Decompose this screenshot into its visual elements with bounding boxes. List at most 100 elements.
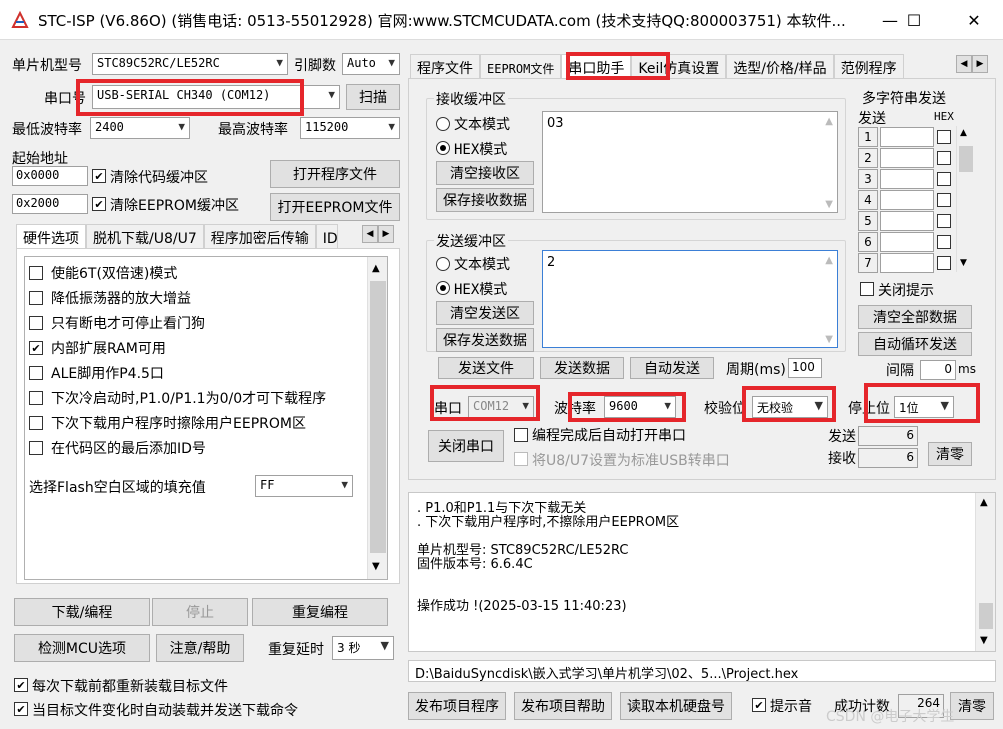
tab-encrypt[interactable]: 程序加密后传输 xyxy=(203,224,316,248)
detect-mcu-button[interactable]: 检测MCU选项 xyxy=(14,634,150,662)
close-button[interactable]: ✕ xyxy=(950,0,998,40)
port-select[interactable]: USB-SERIAL CH340 (COM12) ▼ xyxy=(92,85,340,109)
publish-program-button[interactable]: 发布项目程序 xyxy=(408,692,506,720)
chevron-up-icon[interactable]: ▲ xyxy=(980,497,988,508)
multi-send-button[interactable]: 3 xyxy=(858,169,878,189)
multi-hex-checkbox[interactable] xyxy=(937,193,951,207)
scroll-thumb[interactable] xyxy=(979,603,993,629)
option-checkbox[interactable] xyxy=(29,416,43,430)
option-checkbox[interactable] xyxy=(29,316,43,330)
addr1-input[interactable]: 0x0000 xyxy=(12,166,88,186)
recv-hex-radio[interactable] xyxy=(436,141,450,155)
auto-open-checkbox[interactable] xyxy=(514,428,528,442)
u8-checkbox[interactable] xyxy=(514,452,528,466)
tab-id[interactable]: ID号 xyxy=(315,224,338,248)
options-scrollbar[interactable]: ▲ ▼ xyxy=(367,257,387,579)
tab-serial-assistant[interactable]: 串口助手 xyxy=(561,54,632,78)
send-data-button[interactable]: 发送数据 xyxy=(540,357,624,379)
min-baud-select[interactable]: 2400 ▼ xyxy=(90,117,190,139)
clear-success-button[interactable]: 清零 xyxy=(950,692,994,720)
serial-port-select[interactable]: COM12 ▼ xyxy=(468,396,534,418)
chevron-up-icon[interactable]: ▲ xyxy=(825,255,833,266)
multi-string-input[interactable] xyxy=(880,169,934,189)
auto-send-button[interactable]: 自动发送 xyxy=(630,357,714,379)
open-eeprom-button[interactable]: 打开EEPROM文件 xyxy=(270,193,400,221)
max-baud-select[interactable]: 115200 ▼ xyxy=(300,117,400,139)
stop-button[interactable]: 停止 xyxy=(152,598,248,626)
stop-bits-select[interactable]: 1位 ▼ xyxy=(894,396,954,418)
chevron-right-icon[interactable]: ▶ xyxy=(972,55,988,73)
reload-checkbox[interactable]: ✔ xyxy=(14,678,28,692)
scan-button[interactable]: 扫描 xyxy=(346,84,400,110)
save-recv-button[interactable]: 保存接收数据 xyxy=(436,188,534,212)
fill-select[interactable]: FF ▼ xyxy=(255,475,353,497)
send-file-button[interactable]: 发送文件 xyxy=(438,357,534,379)
period-input[interactable]: 100 xyxy=(788,358,822,378)
auto-loop-button[interactable]: 自动循环发送 xyxy=(858,332,972,356)
publish-help-button[interactable]: 发布项目帮助 xyxy=(514,692,612,720)
tab-program-file[interactable]: 程序文件 xyxy=(410,54,480,78)
pins-select[interactable]: Auto ▼ xyxy=(342,53,400,75)
read-disk-button[interactable]: 读取本机硬盘号 xyxy=(620,692,732,720)
close-port-button[interactable]: 关闭串口 xyxy=(428,430,504,462)
clear-recv-button[interactable]: 清空接收区 xyxy=(436,161,534,185)
tab-selection[interactable]: 选型/价格/样品 xyxy=(726,54,834,78)
log-scrollbar[interactable]: ▲ ▼ xyxy=(975,493,995,651)
send-textarea[interactable]: 2 ▲ ▼ xyxy=(542,250,838,348)
option-checkbox[interactable] xyxy=(29,266,43,280)
multi-hex-checkbox[interactable] xyxy=(937,151,951,165)
multi-send-button[interactable]: 4 xyxy=(858,190,878,210)
delay-select[interactable]: 3 秒 ▼ xyxy=(332,636,394,660)
scroll-thumb[interactable] xyxy=(370,281,386,553)
send-hex-radio[interactable] xyxy=(436,281,450,295)
multi-string-input[interactable] xyxy=(880,127,934,147)
multi-scrollbar[interactable]: ▲ ▼ xyxy=(956,126,974,272)
parity-select[interactable]: 无校验 ▼ xyxy=(752,396,828,418)
chevron-up-icon[interactable]: ▲ xyxy=(372,263,380,274)
multi-hex-checkbox[interactable] xyxy=(937,214,951,228)
chevron-down-icon[interactable]: ▼ xyxy=(960,258,967,268)
multi-send-button[interactable]: 7 xyxy=(858,253,878,273)
chevron-up-icon[interactable]: ▲ xyxy=(825,116,833,127)
tab-offline[interactable]: 脱机下载/U8/U7 xyxy=(86,224,204,248)
baud-select[interactable]: 9600 ▼ xyxy=(604,396,676,418)
help-button[interactable]: 注意/帮助 xyxy=(156,634,244,662)
addr2-input[interactable]: 0x2000 xyxy=(12,194,88,214)
chevron-down-icon[interactable]: ▼ xyxy=(825,334,833,345)
option-checkbox[interactable] xyxy=(29,391,43,405)
clear-all-button[interactable]: 清空全部数据 xyxy=(858,305,972,329)
multi-string-input[interactable] xyxy=(880,148,934,168)
save-send-button[interactable]: 保存发送数据 xyxy=(436,328,534,352)
mcu-type-select[interactable]: STC89C52RC/LE52RC ▼ xyxy=(92,53,288,75)
option-checkbox[interactable]: ✔ xyxy=(29,341,43,355)
maximize-button[interactable]: ☐ xyxy=(890,0,938,40)
chevron-down-icon[interactable]: ▼ xyxy=(980,635,988,646)
multi-hex-checkbox[interactable] xyxy=(937,256,951,270)
multi-send-button[interactable]: 5 xyxy=(858,211,878,231)
multi-string-input[interactable] xyxy=(880,253,934,273)
multi-hex-checkbox[interactable] xyxy=(937,235,951,249)
recv-textarea[interactable]: 03 ▲ ▼ xyxy=(542,111,838,213)
option-checkbox[interactable] xyxy=(29,441,43,455)
clear-code-checkbox[interactable]: ✔ xyxy=(92,169,106,183)
clear-eeprom-checkbox[interactable]: ✔ xyxy=(92,197,106,211)
sound-checkbox[interactable]: ✔ xyxy=(752,698,766,712)
reprogram-button[interactable]: 重复编程 xyxy=(252,598,388,626)
tab-examples[interactable]: 范例程序 xyxy=(833,54,904,78)
chevron-right-icon[interactable]: ▶ xyxy=(378,225,394,243)
option-checkbox[interactable] xyxy=(29,291,43,305)
multi-send-button[interactable]: 2 xyxy=(858,148,878,168)
multi-string-input[interactable] xyxy=(880,190,934,210)
download-button[interactable]: 下载/编程 xyxy=(14,598,150,626)
chevron-down-icon[interactable]: ▼ xyxy=(372,561,380,572)
recv-text-radio[interactable] xyxy=(436,117,450,131)
chevron-left-icon[interactable]: ◀ xyxy=(362,225,378,243)
multi-hex-checkbox[interactable] xyxy=(937,130,951,144)
scroll-thumb[interactable] xyxy=(959,146,973,172)
chevron-up-icon[interactable]: ▲ xyxy=(960,128,967,138)
close-tip-checkbox[interactable] xyxy=(860,282,874,296)
chevron-left-icon[interactable]: ◀ xyxy=(956,55,972,73)
tab-eeprom-file[interactable]: EEPROM文件 xyxy=(480,54,562,78)
auto-send-cmd-checkbox[interactable]: ✔ xyxy=(14,702,28,716)
clear-send-button[interactable]: 清空发送区 xyxy=(436,301,534,325)
